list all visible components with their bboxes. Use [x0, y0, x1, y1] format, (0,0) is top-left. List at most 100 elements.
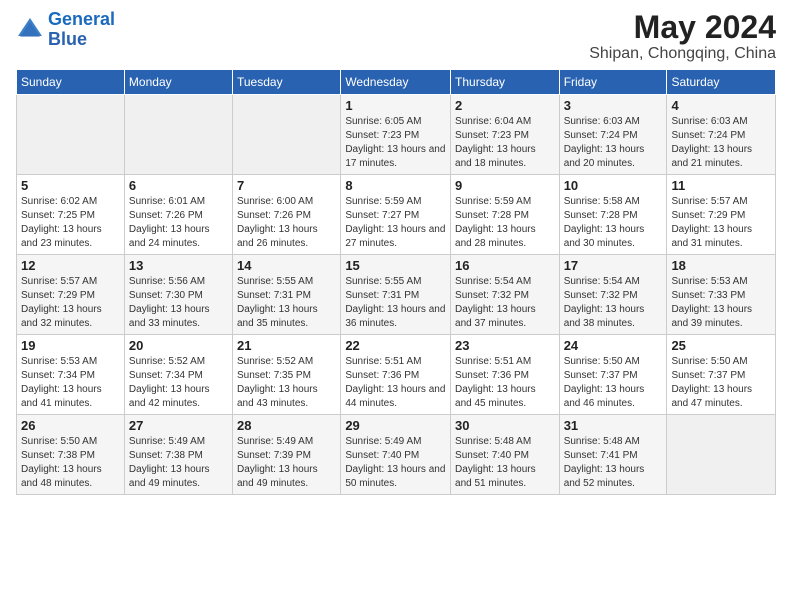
logo-general: General	[48, 9, 115, 29]
calendar-cell: 22Sunrise: 5:51 AM Sunset: 7:36 PM Dayli…	[341, 335, 451, 415]
calendar-cell: 26 Sunrise: 5:50 AM Sunset: 7:38 PM Dayli…	[17, 415, 125, 495]
day-number: 13	[129, 258, 228, 273]
day-info: Sunrise: 5:48 AM Sunset: 7:41 PM Dayligh…	[564, 435, 663, 491]
weekday-header: Monday	[124, 70, 232, 95]
day-info: Sunrise: 5:50 AM Sunset: 7:38 PM Dayligh…	[21, 435, 120, 491]
day-info: Sunrise: 5:55 AM Sunset: 7:31 PM Dayligh…	[345, 275, 446, 331]
day-number: 22	[345, 338, 446, 353]
day-info: Sunrise: 5:59 AM Sunset: 7:27 PM Dayligh…	[345, 195, 446, 251]
calendar-cell	[17, 95, 125, 175]
calendar-cell: 1Sunrise: 6:05 AM Sunset: 7:23 PM Daylig…	[341, 95, 451, 175]
calendar-cell: 23Sunrise: 5:51 AM Sunset: 7:36 PM Dayli…	[451, 335, 560, 415]
calendar-cell: 2 Sunrise: 6:04 AM Sunset: 7:23 PM Daylig…	[451, 95, 560, 175]
day-number: 30	[455, 418, 555, 433]
day-info: Sunrise: 6:02 AM Sunset: 7:25 PM Dayligh…	[21, 195, 120, 251]
day-number: 12	[21, 258, 120, 273]
calendar-cell: 4 Sunrise: 6:03 AM Sunset: 7:24 PM Daylig…	[667, 95, 776, 175]
day-info: Sunrise: 6:04 AM Sunset: 7:23 PM Dayligh…	[455, 115, 555, 171]
weekday-header: Friday	[559, 70, 667, 95]
day-number: 15	[345, 258, 446, 273]
day-number: 9	[455, 178, 555, 193]
day-info: Sunrise: 6:01 AM Sunset: 7:26 PM Dayligh…	[129, 195, 228, 251]
calendar: SundayMondayTuesdayWednesdayThursdayFrid…	[16, 69, 776, 495]
day-number: 10	[564, 178, 663, 193]
day-info: Sunrise: 5:52 AM Sunset: 7:34 PM Dayligh…	[129, 355, 228, 411]
day-number: 17	[564, 258, 663, 273]
day-number: 29	[345, 418, 446, 433]
day-number: 11	[671, 178, 771, 193]
calendar-week-row: 1Sunrise: 6:05 AM Sunset: 7:23 PM Daylig…	[17, 95, 776, 175]
logo-icon	[16, 16, 44, 44]
day-info: Sunrise: 5:57 AM Sunset: 7:29 PM Dayligh…	[671, 195, 771, 251]
calendar-cell: 27Sunrise: 5:49 AM Sunset: 7:38 PM Dayli…	[124, 415, 232, 495]
weekday-header: Wednesday	[341, 70, 451, 95]
calendar-cell	[124, 95, 232, 175]
day-number: 5	[21, 178, 120, 193]
day-number: 25	[671, 338, 771, 353]
calendar-cell: 7 Sunrise: 6:00 AM Sunset: 7:26 PM Daylig…	[233, 175, 341, 255]
weekday-header: Sunday	[17, 70, 125, 95]
day-number: 19	[21, 338, 120, 353]
calendar-cell: 15 Sunrise: 5:55 AM Sunset: 7:31 PM Dayli…	[341, 255, 451, 335]
day-info: Sunrise: 5:56 AM Sunset: 7:30 PM Dayligh…	[129, 275, 228, 331]
calendar-cell: 6 Sunrise: 6:01 AM Sunset: 7:26 PM Daylig…	[124, 175, 232, 255]
logo-text: General Blue	[48, 10, 115, 50]
day-number: 6	[129, 178, 228, 193]
calendar-cell: 24 Sunrise: 5:50 AM Sunset: 7:37 PM Dayli…	[559, 335, 667, 415]
main-title: May 2024	[589, 10, 776, 45]
calendar-cell: 11 Sunrise: 5:57 AM Sunset: 7:29 PM Dayli…	[667, 175, 776, 255]
day-info: Sunrise: 5:52 AM Sunset: 7:35 PM Dayligh…	[237, 355, 336, 411]
day-number: 21	[237, 338, 336, 353]
calendar-cell: 18Sunrise: 5:53 AM Sunset: 7:33 PM Dayli…	[667, 255, 776, 335]
day-info: Sunrise: 5:59 AM Sunset: 7:28 PM Dayligh…	[455, 195, 555, 251]
sub-title: Shipan, Chongqing, China	[589, 45, 776, 63]
day-number: 4	[671, 98, 771, 113]
day-info: Sunrise: 5:49 AM Sunset: 7:38 PM Dayligh…	[129, 435, 228, 491]
day-number: 28	[237, 418, 336, 433]
day-number: 14	[237, 258, 336, 273]
day-number: 26	[21, 418, 120, 433]
day-info: Sunrise: 5:50 AM Sunset: 7:37 PM Dayligh…	[671, 355, 771, 411]
day-info: Sunrise: 5:48 AM Sunset: 7:40 PM Dayligh…	[455, 435, 555, 491]
calendar-cell: 8Sunrise: 5:59 AM Sunset: 7:27 PM Daylig…	[341, 175, 451, 255]
day-number: 16	[455, 258, 555, 273]
page: General Blue May 2024 Shipan, Chongqing,…	[0, 0, 792, 505]
calendar-cell: 29 Sunrise: 5:49 AM Sunset: 7:40 PM Dayli…	[341, 415, 451, 495]
calendar-cell: 25 Sunrise: 5:50 AM Sunset: 7:37 PM Dayli…	[667, 335, 776, 415]
day-number: 20	[129, 338, 228, 353]
calendar-cell: 16 Sunrise: 5:54 AM Sunset: 7:32 PM Dayli…	[451, 255, 560, 335]
calendar-cell: 5 Sunrise: 6:02 AM Sunset: 7:25 PM Daylig…	[17, 175, 125, 255]
header: General Blue May 2024 Shipan, Chongqing,…	[16, 10, 776, 63]
day-info: Sunrise: 5:53 AM Sunset: 7:34 PM Dayligh…	[21, 355, 120, 411]
calendar-cell: 14 Sunrise: 5:55 AM Sunset: 7:31 PM Dayli…	[233, 255, 341, 335]
weekday-header-row: SundayMondayTuesdayWednesdayThursdayFrid…	[17, 70, 776, 95]
calendar-week-row: 5 Sunrise: 6:02 AM Sunset: 7:25 PM Daylig…	[17, 175, 776, 255]
day-number: 7	[237, 178, 336, 193]
day-number: 3	[564, 98, 663, 113]
weekday-header: Tuesday	[233, 70, 341, 95]
day-number: 24	[564, 338, 663, 353]
day-info: Sunrise: 5:50 AM Sunset: 7:37 PM Dayligh…	[564, 355, 663, 411]
day-info: Sunrise: 5:54 AM Sunset: 7:32 PM Dayligh…	[455, 275, 555, 331]
day-info: Sunrise: 5:53 AM Sunset: 7:33 PM Dayligh…	[671, 275, 771, 331]
day-info: Sunrise: 5:49 AM Sunset: 7:39 PM Dayligh…	[237, 435, 336, 491]
day-info: Sunrise: 5:54 AM Sunset: 7:32 PM Dayligh…	[564, 275, 663, 331]
calendar-week-row: 12Sunrise: 5:57 AM Sunset: 7:29 PM Dayli…	[17, 255, 776, 335]
weekday-header: Saturday	[667, 70, 776, 95]
day-info: Sunrise: 6:05 AM Sunset: 7:23 PM Dayligh…	[345, 115, 446, 171]
day-info: Sunrise: 6:03 AM Sunset: 7:24 PM Dayligh…	[671, 115, 771, 171]
calendar-cell	[667, 415, 776, 495]
calendar-week-row: 26 Sunrise: 5:50 AM Sunset: 7:38 PM Dayli…	[17, 415, 776, 495]
calendar-cell: 28 Sunrise: 5:49 AM Sunset: 7:39 PM Dayli…	[233, 415, 341, 495]
weekday-header: Thursday	[451, 70, 560, 95]
calendar-cell: 19 Sunrise: 5:53 AM Sunset: 7:34 PM Dayli…	[17, 335, 125, 415]
calendar-cell: 21 Sunrise: 5:52 AM Sunset: 7:35 PM Dayli…	[233, 335, 341, 415]
day-info: Sunrise: 5:49 AM Sunset: 7:40 PM Dayligh…	[345, 435, 446, 491]
day-info: Sunrise: 5:58 AM Sunset: 7:28 PM Dayligh…	[564, 195, 663, 251]
day-info: Sunrise: 5:55 AM Sunset: 7:31 PM Dayligh…	[237, 275, 336, 331]
day-number: 2	[455, 98, 555, 113]
calendar-cell: 9 Sunrise: 5:59 AM Sunset: 7:28 PM Daylig…	[451, 175, 560, 255]
day-info: Sunrise: 6:00 AM Sunset: 7:26 PM Dayligh…	[237, 195, 336, 251]
day-number: 31	[564, 418, 663, 433]
day-number: 23	[455, 338, 555, 353]
